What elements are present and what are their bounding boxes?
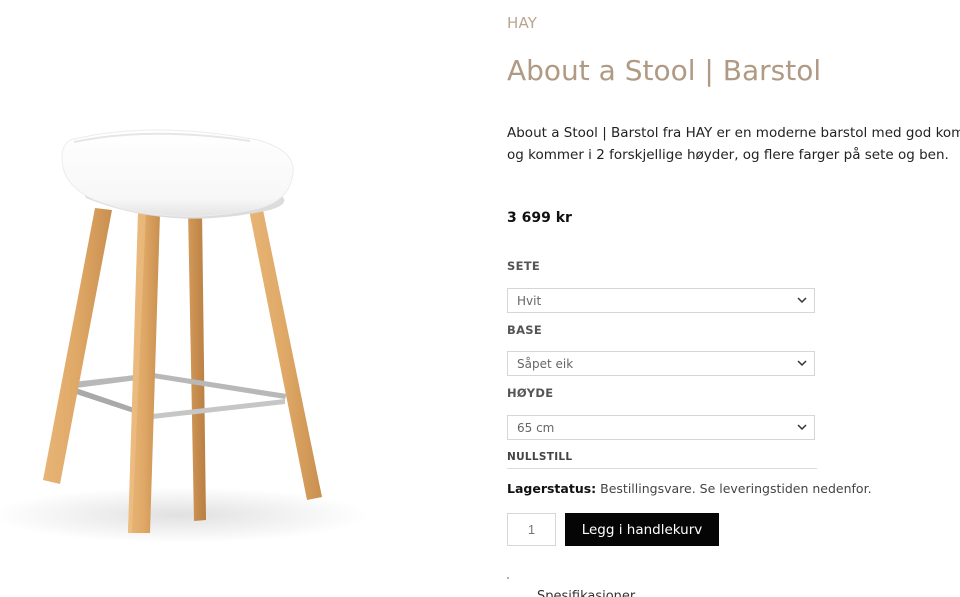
reset-variations-link[interactable]: NULLSTILL bbox=[507, 451, 572, 463]
stool-illustration bbox=[0, 129, 370, 543]
chevron-down-icon bbox=[797, 297, 807, 304]
back-leg-right bbox=[248, 205, 322, 500]
option-label-sete: SETE bbox=[507, 259, 541, 273]
stock-status-label: Lagerstatus: bbox=[507, 481, 597, 496]
add-to-cart-button[interactable]: Legg i handlekurv bbox=[565, 513, 719, 546]
select-value: 65 cm bbox=[517, 421, 555, 435]
product-description: About a Stool | Barstol fra HAY er en mo… bbox=[507, 122, 960, 166]
product-image[interactable] bbox=[0, 0, 480, 597]
product-summary: HAY About a Stool | Barstol About a Stoo… bbox=[507, 0, 960, 597]
description-line: About a Stool | Barstol fra HAY er en mo… bbox=[507, 125, 960, 141]
specifications-tab[interactable]: Spesifikasjoner bbox=[537, 589, 635, 597]
back-leg-center bbox=[188, 210, 206, 521]
select-sete[interactable]: Hvit bbox=[507, 288, 815, 313]
seat-shell bbox=[61, 129, 294, 217]
quantity-input[interactable] bbox=[507, 513, 556, 546]
stock-status-value: Bestillingsvare. Se leveringstiden neden… bbox=[600, 481, 872, 496]
select-value: Såpet eik bbox=[517, 357, 574, 371]
chevron-down-icon bbox=[797, 424, 807, 431]
product-price: 3 699 kr bbox=[507, 210, 572, 226]
product-page: HAY About a Stool | Barstol About a Stoo… bbox=[0, 0, 960, 597]
option-label-base: BASE bbox=[507, 323, 543, 337]
select-hoyde[interactable]: 65 cm bbox=[507, 415, 815, 440]
option-label-hoyde: HØYDE bbox=[507, 386, 554, 400]
front-leg-left bbox=[43, 208, 112, 484]
chevron-down-icon bbox=[797, 360, 807, 367]
footrest-side bbox=[152, 399, 285, 419]
select-base[interactable]: Såpet eik bbox=[507, 351, 815, 376]
description-line: og kommer i 2 forskjellige høyder, og fl… bbox=[507, 147, 949, 163]
stock-status: Lagerstatus: Bestillingsvare. Se leverin… bbox=[507, 481, 872, 496]
select-value: Hvit bbox=[517, 294, 542, 308]
bullet-marker bbox=[507, 577, 509, 579]
product-title: About a Stool | Barstol bbox=[507, 54, 822, 87]
brand-link[interactable]: HAY bbox=[507, 14, 537, 32]
divider bbox=[507, 468, 817, 469]
footrest bbox=[73, 373, 287, 399]
